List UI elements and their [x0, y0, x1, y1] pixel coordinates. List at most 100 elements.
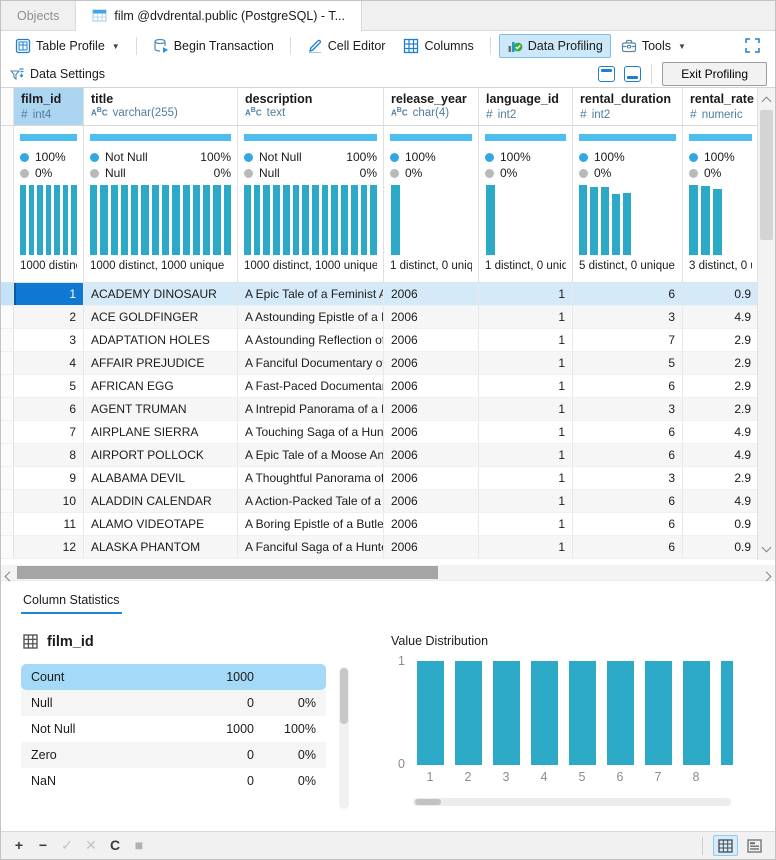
row-gutter[interactable]	[1, 398, 14, 420]
table-row[interactable]: 9ALABAMA DEVILA Thoughtful Panorama of20…	[1, 467, 757, 490]
cell-rental_rate[interactable]: 2.9	[683, 398, 757, 420]
filter-settings-icon[interactable]	[9, 66, 25, 82]
column-profile-title[interactable]: Not Null100%Null0%1000 distinct, 1000 un…	[84, 126, 238, 282]
table-row[interactable]: 11ALAMO VIDEOTAPEA Boring Epistle of a B…	[1, 513, 757, 536]
cell-film_id[interactable]: 8	[14, 444, 84, 466]
columns-button[interactable]: Columns	[395, 34, 481, 58]
cell-release_year[interactable]: 2006	[384, 490, 479, 512]
column-header-film_id[interactable]: film_id#int4	[14, 88, 84, 125]
cell-description[interactable]: A Epic Tale of a Moose And	[238, 444, 384, 466]
cell-release_year[interactable]: 2006	[384, 421, 479, 443]
show-bottom-pane-icon[interactable]	[624, 66, 641, 82]
grid-horizontal-scrollbar[interactable]	[1, 565, 775, 580]
cell-rental_duration[interactable]: 6	[573, 490, 683, 512]
column-header-language_id[interactable]: language_id#int2	[479, 88, 573, 125]
column-header-rental_duration[interactable]: rental_duration#int2	[573, 88, 683, 125]
cell-rental_duration[interactable]: 7	[573, 329, 683, 351]
cell-title[interactable]: AGENT TRUMAN	[84, 398, 238, 420]
cell-rental_rate[interactable]: 2.9	[683, 467, 757, 489]
cell-rental_rate[interactable]: 2.9	[683, 352, 757, 374]
cell-language_id[interactable]: 1	[479, 375, 573, 397]
row-gutter[interactable]	[1, 421, 14, 443]
cell-title[interactable]: ACADEMY DINOSAUR	[84, 283, 238, 305]
column-header-description[interactable]: descriptionABCtext	[238, 88, 384, 125]
column-profile-rental_duration[interactable]: 100%0%5 distinct, 0 unique	[573, 126, 683, 282]
cell-rental_rate[interactable]: 0.9	[683, 536, 757, 558]
cell-film_id[interactable]: 2	[14, 306, 84, 328]
cell-release_year[interactable]: 2006	[384, 306, 479, 328]
refresh-icon[interactable]: C	[105, 837, 125, 854]
stat-row-count[interactable]: Count1000	[21, 664, 326, 690]
cell-film_id[interactable]: 4	[14, 352, 84, 374]
column-profile-rental_rate[interactable]: 100%0%3 distinct, 0 unique	[683, 126, 757, 282]
cell-film_id[interactable]: 3	[14, 329, 84, 351]
table-row[interactable]: 6AGENT TRUMANA Intrepid Panorama of a R2…	[1, 398, 757, 421]
cell-title[interactable]: ALABAMA DEVIL	[84, 467, 238, 489]
chart-scrollbar[interactable]	[413, 798, 731, 806]
tools-button[interactable]: Tools ▼	[613, 34, 694, 58]
cell-rental_duration[interactable]: 6	[573, 444, 683, 466]
data-profiling-button[interactable]: Data Profiling	[499, 34, 611, 58]
column-profile-film_id[interactable]: 100%0%1000 distinct, 1000 unique	[14, 126, 84, 282]
cell-rental_rate[interactable]: 4.9	[683, 421, 757, 443]
cell-rental_duration[interactable]: 3	[573, 467, 683, 489]
cell-release_year[interactable]: 2006	[384, 467, 479, 489]
cell-rental_rate[interactable]: 4.9	[683, 306, 757, 328]
column-header-title[interactable]: titleABCvarchar(255)	[84, 88, 238, 125]
cell-rental_rate[interactable]: 4.9	[683, 490, 757, 512]
horizontal-scroll-thumb[interactable]	[17, 566, 438, 579]
cell-release_year[interactable]: 2006	[384, 398, 479, 420]
stats-scrollbar[interactable]	[339, 667, 349, 809]
stat-row-null[interactable]: Null00%	[21, 690, 326, 716]
table-row[interactable]: 1ACADEMY DINOSAURA Epic Tale of a Femini…	[1, 283, 757, 306]
scroll-left-icon[interactable]	[5, 572, 15, 582]
table-row[interactable]: 5AFRICAN EGGA Fast-Paced Documentary2006…	[1, 375, 757, 398]
cell-description[interactable]: A Action-Packed Tale of a	[238, 490, 384, 512]
stat-row-zero[interactable]: Zero00%	[21, 742, 326, 768]
cell-film_id[interactable]: 9	[14, 467, 84, 489]
row-gutter[interactable]	[1, 306, 14, 328]
cell-release_year[interactable]: 2006	[384, 513, 479, 535]
cell-description[interactable]: A Epic Tale of a Feminist An	[238, 283, 384, 305]
cell-description[interactable]: A Touching Saga of a Hunt	[238, 421, 384, 443]
cell-language_id[interactable]: 1	[479, 352, 573, 374]
cell-rental_duration[interactable]: 3	[573, 306, 683, 328]
column-profile-language_id[interactable]: 100%0%1 distinct, 0 unique	[479, 126, 573, 282]
grid-view-button[interactable]	[713, 835, 738, 856]
tab-film-table[interactable]: film @dvdrental.public (PostgreSQL) - T.…	[75, 1, 362, 31]
cell-language_id[interactable]: 1	[479, 513, 573, 535]
column-profile-description[interactable]: Not Null100%Null0%1000 distinct, 1000 un…	[238, 126, 384, 282]
fullscreen-button[interactable]	[737, 34, 769, 58]
cell-description[interactable]: A Fanciful Documentary of	[238, 352, 384, 374]
cell-rental_duration[interactable]: 6	[573, 513, 683, 535]
cell-language_id[interactable]: 1	[479, 398, 573, 420]
cell-description[interactable]: A Fanciful Saga of a Hunte	[238, 536, 384, 558]
cell-film_id[interactable]: 5	[14, 375, 84, 397]
cell-rental_duration[interactable]: 5	[573, 352, 683, 374]
cell-title[interactable]: ACE GOLDFINGER	[84, 306, 238, 328]
cell-rental_rate[interactable]: 4.9	[683, 444, 757, 466]
cell-film_id[interactable]: 1	[14, 283, 84, 305]
show-top-pane-icon[interactable]	[598, 66, 615, 82]
cell-description[interactable]: A Thoughtful Panorama of	[238, 467, 384, 489]
cell-language_id[interactable]: 1	[479, 536, 573, 558]
stat-row-nan[interactable]: NaN00%	[21, 768, 326, 794]
cell-film_id[interactable]: 6	[14, 398, 84, 420]
cell-language_id[interactable]: 1	[479, 306, 573, 328]
cell-film_id[interactable]: 12	[14, 536, 84, 558]
data-settings-label[interactable]: Data Settings	[30, 67, 105, 81]
cell-title[interactable]: AIRPORT POLLOCK	[84, 444, 238, 466]
column-header-rental_rate[interactable]: rental_rate#numeric	[683, 88, 757, 125]
row-gutter[interactable]	[1, 444, 14, 466]
table-row[interactable]: 8AIRPORT POLLOCKA Epic Tale of a Moose A…	[1, 444, 757, 467]
row-gutter[interactable]	[1, 375, 14, 397]
cell-rental_rate[interactable]: 0.9	[683, 283, 757, 305]
cell-description[interactable]: A Astounding Reflection of	[238, 329, 384, 351]
tab-column-statistics[interactable]: Column Statistics	[21, 591, 122, 614]
row-gutter[interactable]	[1, 352, 14, 374]
table-row[interactable]: 4AFFAIR PREJUDICEA Fanciful Documentary …	[1, 352, 757, 375]
table-row[interactable]: 10ALADDIN CALENDARA Action-Packed Tale o…	[1, 490, 757, 513]
table-row[interactable]: 2ACE GOLDFINGERA Astounding Epistle of a…	[1, 306, 757, 329]
cell-description[interactable]: A Astounding Epistle of a D	[238, 306, 384, 328]
cell-description[interactable]: A Fast-Paced Documentary	[238, 375, 384, 397]
